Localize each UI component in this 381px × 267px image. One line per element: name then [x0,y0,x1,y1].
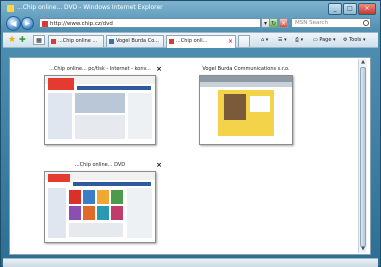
preview-dvd-cover [83,206,95,220]
chevron-down-icon: ▾ [263,20,267,27]
preview-dvd-cover [111,190,123,204]
preview-dvd-cover [69,206,81,220]
feeds-icon[interactable]: ☰ ▾ [278,36,287,45]
thumbnail-title: ...Chip online... DVD [74,162,126,168]
search-icon[interactable] [363,20,369,26]
scroll-up-icon[interactable]: ▲ [359,59,367,66]
tools-menu[interactable]: ⚙ Tools ▾ [343,36,366,45]
site-favicon-icon [42,21,48,27]
vertical-scrollbar[interactable]: ▲ ▼ [358,59,367,253]
preview-dvd-cover [83,190,95,204]
forward-arrow-icon: ▶ [25,20,30,27]
page-preview [44,171,156,243]
preview-text [75,115,125,139]
back-arrow-icon: ◀ [10,19,17,28]
ie-app-icon [7,5,14,12]
tab-label: Vogel Burda Co... [116,38,159,44]
maximize-button[interactable]: □ [343,3,357,15]
chip-logo [48,78,74,90]
navigation-bar: ◀ ▶ http://www.chip.cz/dvd ▾ ↻ × MSN Sea… [3,15,378,31]
preview-nav [73,182,151,186]
window-title: ...Chip online... DVD - Windows Internet… [17,4,163,11]
preview-dvd-cover [69,190,81,204]
tab-favicon-icon [169,39,174,44]
preview-article [75,93,125,113]
preview-text [69,223,123,237]
scroll-down-icon[interactable]: ▼ [359,246,367,253]
page-preview [44,75,156,145]
tab-favicon-icon [51,39,56,44]
quick-tabs-panel: ...Chip online... pc/tisk - Internet - k… [9,57,371,255]
add-favorites-icon[interactable]: ✚ [19,35,26,45]
new-tab-button[interactable] [238,35,250,47]
page-menu[interactable]: ▭ Page ▾ [313,36,336,45]
preview-nav [77,86,151,90]
tab-chip-online-active[interactable]: ...Chip onli... × [166,35,236,48]
preview-dvd-cover [97,190,109,204]
preview-right-column [128,93,152,139]
window-controls: _ □ × [328,3,376,15]
favorites-star-icon[interactable]: ★ [8,35,16,45]
refresh-icon: ↻ [270,20,277,27]
tab-label: ...Chip onli... [176,38,208,44]
page-menu-label: Page [319,37,332,43]
forward-button[interactable]: ▶ [21,17,34,30]
close-thumbnail-icon[interactable]: × [156,65,162,73]
thumbnail-title: Vogel Burda Communications s.r.o. [202,66,290,72]
stop-icon: × [280,20,287,27]
tab-bar: ★ ✚ ▦ ...Chip online ... Vogel Burda Co.… [3,32,378,48]
tab-label: ...Chip online ... [58,38,98,44]
thumbnail-vogel-burda[interactable]: Vogel Burda Communications s.r.o. [195,66,297,156]
preview-photo [224,94,246,120]
address-text: http://www.chip.cz/dvd [50,21,113,27]
stop-button[interactable]: × [279,18,288,28]
preview-right-column [127,188,152,238]
refresh-button[interactable]: ↻ [269,18,278,28]
title-bar: ...Chip online... DVD - Windows Internet… [3,2,363,15]
close-thumbnail-icon[interactable]: × [156,161,162,169]
preview-sidebar [48,188,66,238]
address-bar[interactable]: http://www.chip.cz/dvd [39,18,261,28]
scrollbar-thumb[interactable] [360,67,366,247]
back-button[interactable]: ◀ [6,16,21,31]
thumbnail-chip-dvd[interactable]: ...Chip online... DVD × [40,161,162,252]
close-tab-icon[interactable]: × [228,36,233,47]
search-box[interactable]: MSN Search [291,18,371,28]
quick-tabs-icon: ▦ [36,37,42,44]
close-window-button[interactable]: × [358,3,376,15]
home-icon[interactable]: ⌂ ▾ [261,36,268,45]
print-icon[interactable]: ⎙ ▾ [295,36,303,45]
thumbnail-chip-online[interactable]: ...Chip online... pc/tisk - Internet - k… [40,65,162,156]
search-placeholder: MSN Search [295,20,328,26]
thumbnail-title: ...Chip online... pc/tisk - Internet - k… [49,66,151,72]
chip-logo [48,174,70,182]
tools-menu-label: Tools [349,37,362,43]
page-preview [199,75,293,145]
status-bar [3,258,378,267]
browser-window: ...Chip online... DVD - Windows Internet… [0,0,381,267]
quick-tabs-button[interactable]: ▦ [33,35,45,45]
preview-nav [200,82,292,87]
tab-favicon-icon [109,39,114,44]
preview-dvd-cover [111,206,123,220]
tab-chip-online[interactable]: ...Chip online ... [48,35,104,47]
minimize-button[interactable]: _ [328,3,342,15]
preview-logo-box [250,96,270,112]
tab-vogel-burda[interactable]: Vogel Burda Co... [106,35,164,47]
preview-dvd-cover [97,206,109,220]
preview-sidebar [48,93,72,139]
